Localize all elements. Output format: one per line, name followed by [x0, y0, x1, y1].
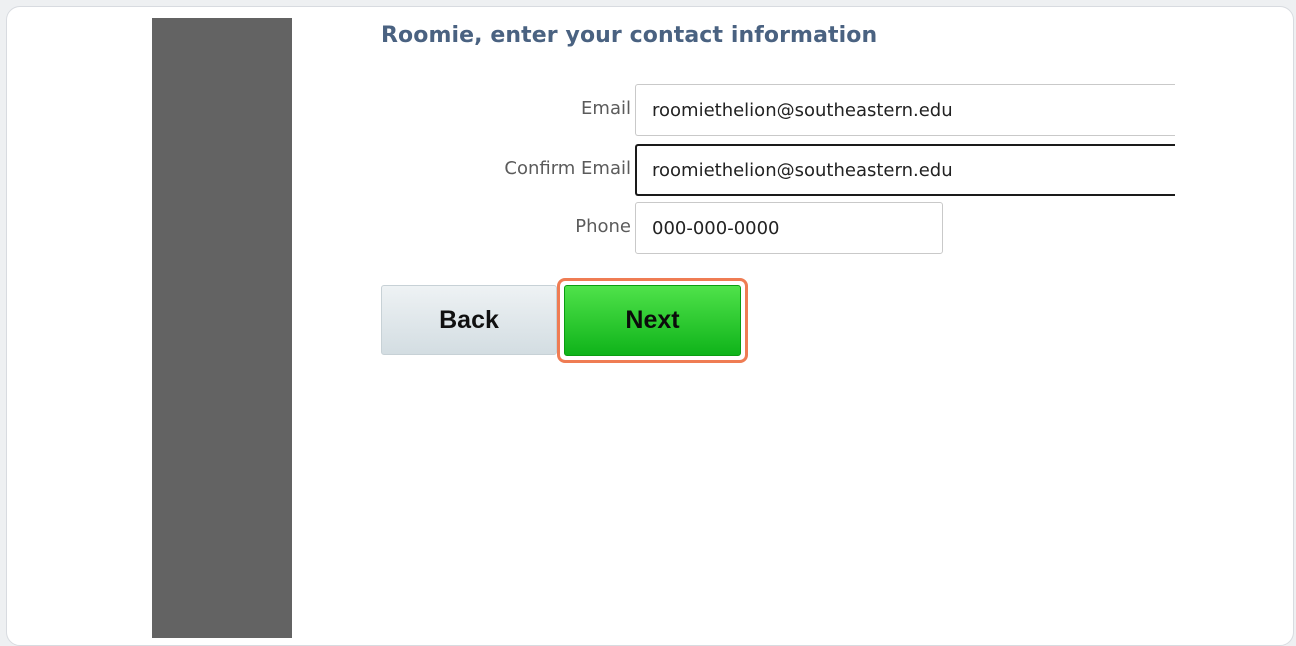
- confirm-email-label: Confirm Email: [504, 158, 631, 179]
- next-button[interactable]: Next: [564, 285, 741, 356]
- phone-label: Phone: [575, 216, 631, 237]
- confirm-email-input[interactable]: [635, 144, 1175, 196]
- form-title: Roomie, enter your contact information: [381, 23, 878, 48]
- phone-input[interactable]: [635, 202, 943, 254]
- confirm-email-row: Confirm Email: [381, 144, 1175, 198]
- email-row: Email: [381, 84, 1175, 138]
- email-input[interactable]: [635, 84, 1175, 136]
- sidebar-panel: [152, 18, 292, 638]
- phone-row: Phone: [381, 202, 1161, 256]
- email-label: Email: [581, 98, 631, 119]
- page-frame: Roomie, enter your contact information E…: [6, 6, 1294, 646]
- back-button[interactable]: Back: [381, 285, 557, 355]
